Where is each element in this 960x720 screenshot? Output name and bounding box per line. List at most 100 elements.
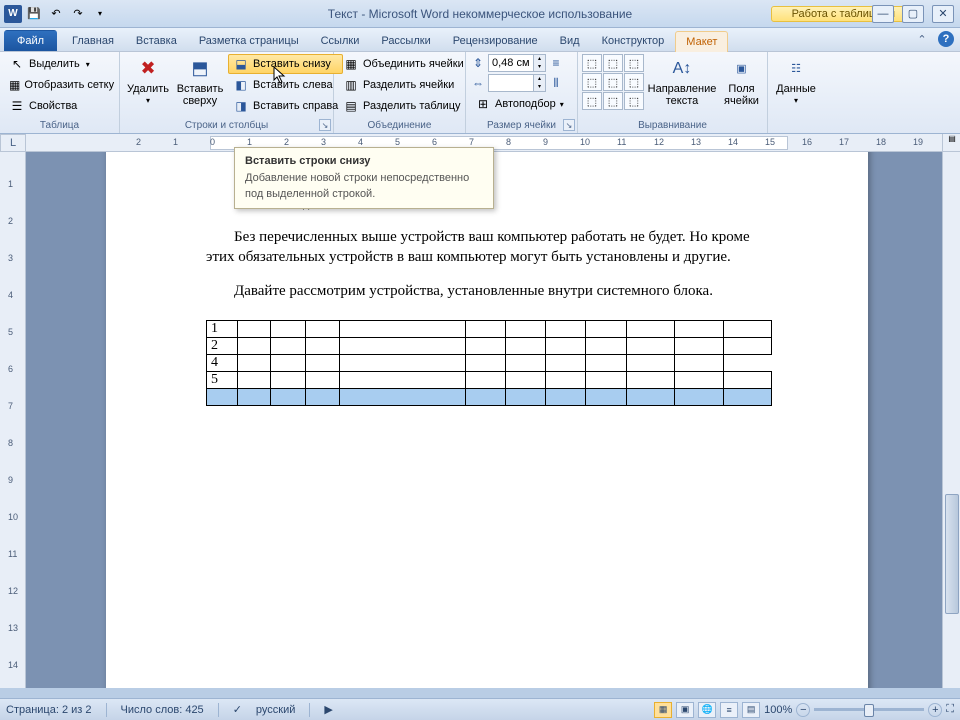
split-table-button[interactable]: ▤Разделить таблицу bbox=[338, 96, 469, 116]
document-area[interactable]: 4.Видеокарта 5.Звуковая карта 6.Жесткий … bbox=[26, 152, 942, 688]
table-cell[interactable] bbox=[626, 320, 674, 337]
redo-button[interactable]: ↷ bbox=[68, 4, 88, 24]
cell-margins-button[interactable]: ▣ Поля ячейки bbox=[720, 54, 763, 110]
align-mc[interactable]: ⬚ bbox=[603, 73, 623, 91]
delete-button[interactable]: ✖ Удалить ▾ bbox=[124, 54, 172, 109]
table-cell[interactable] bbox=[305, 371, 339, 388]
table-cell[interactable] bbox=[626, 371, 674, 388]
table-cell[interactable] bbox=[626, 337, 674, 354]
select-button[interactable]: ↖Выделить▾ bbox=[4, 54, 116, 74]
insert-left-button[interactable]: ◧Вставить слева bbox=[228, 75, 343, 95]
table-cell[interactable] bbox=[586, 371, 627, 388]
tab-page-layout[interactable]: Разметка страницы bbox=[188, 30, 310, 51]
table-cell[interactable] bbox=[305, 337, 339, 354]
table-row[interactable]: 5 bbox=[207, 371, 772, 388]
table-cell[interactable] bbox=[340, 354, 466, 371]
col-width-input[interactable]: ▴▾ bbox=[488, 74, 546, 92]
table-cell[interactable] bbox=[626, 388, 674, 405]
align-mr[interactable]: ⬚ bbox=[624, 73, 644, 91]
table-cell[interactable]: 1 bbox=[207, 320, 238, 337]
table-cell[interactable] bbox=[723, 388, 771, 405]
table-cell[interactable] bbox=[465, 388, 506, 405]
tab-references[interactable]: Ссылки bbox=[310, 30, 371, 51]
row-height-input[interactable]: ▴▾ bbox=[488, 54, 546, 72]
data-button[interactable]: ☷ Данные ▾ bbox=[772, 54, 820, 109]
table-cell[interactable] bbox=[238, 337, 271, 354]
tab-review[interactable]: Рецензирование bbox=[442, 30, 549, 51]
table-cell[interactable] bbox=[238, 388, 271, 405]
table-cell[interactable] bbox=[545, 320, 586, 337]
table-cell[interactable] bbox=[465, 337, 506, 354]
page-status[interactable]: Страница: 2 из 2 bbox=[6, 704, 92, 716]
row-height-field[interactable] bbox=[489, 55, 533, 71]
table-cell[interactable] bbox=[723, 320, 771, 337]
close-button[interactable]: ✕ bbox=[932, 5, 954, 23]
table-cell[interactable] bbox=[465, 354, 506, 371]
table-cell[interactable] bbox=[207, 388, 238, 405]
vertical-scrollbar[interactable]: ▤ bbox=[942, 134, 960, 688]
macro-icon[interactable]: ▶ bbox=[324, 703, 332, 716]
table-cell[interactable] bbox=[723, 337, 771, 354]
table-row[interactable]: 1 bbox=[207, 320, 772, 337]
save-button[interactable]: 💾 bbox=[24, 4, 44, 24]
table-cell[interactable] bbox=[506, 320, 545, 337]
tab-view[interactable]: Вид bbox=[549, 30, 591, 51]
align-bl[interactable]: ⬚ bbox=[582, 92, 602, 110]
zoom-fit-icon[interactable]: ⛶ bbox=[946, 703, 954, 716]
insert-right-button[interactable]: ◨Вставить справа bbox=[228, 96, 343, 116]
zoom-level[interactable]: 100% bbox=[764, 704, 792, 716]
align-bc[interactable]: ⬚ bbox=[603, 92, 623, 110]
zoom-in-button[interactable]: + bbox=[928, 703, 942, 717]
table-cell[interactable] bbox=[675, 354, 723, 371]
table-row[interactable] bbox=[207, 388, 772, 405]
table-cell[interactable] bbox=[305, 320, 339, 337]
ribbon-minimize-icon[interactable]: ⌃ bbox=[914, 31, 930, 47]
spin-up-icon[interactable]: ▴ bbox=[533, 75, 545, 83]
dialog-launcher-rows-cols[interactable]: ↘ bbox=[319, 119, 331, 131]
table-cell[interactable] bbox=[586, 354, 627, 371]
table-cell[interactable] bbox=[238, 320, 271, 337]
table-cell[interactable] bbox=[271, 371, 305, 388]
tab-file[interactable]: Файл bbox=[4, 30, 57, 51]
qat-customize[interactable]: ▾ bbox=[90, 4, 110, 24]
table-cell[interactable]: 4 bbox=[207, 354, 238, 371]
maximize-button[interactable]: ▢ bbox=[902, 5, 924, 23]
table-cell[interactable] bbox=[340, 320, 466, 337]
view-draft[interactable]: ▤ bbox=[742, 702, 760, 718]
table-cell[interactable] bbox=[340, 371, 466, 388]
table-cell[interactable] bbox=[506, 354, 545, 371]
view-fullscreen[interactable]: ▣ bbox=[676, 702, 694, 718]
zoom-slider[interactable] bbox=[814, 708, 924, 711]
table-cell[interactable] bbox=[675, 320, 723, 337]
table-cell[interactable] bbox=[465, 371, 506, 388]
table-cell[interactable] bbox=[465, 320, 506, 337]
tab-mailings[interactable]: Рассылки bbox=[370, 30, 441, 51]
insert-below-button[interactable]: ⬓Вставить снизу bbox=[228, 54, 343, 74]
table-cell[interactable] bbox=[675, 337, 723, 354]
table-cell[interactable] bbox=[238, 354, 271, 371]
undo-button[interactable]: ↶ bbox=[46, 4, 66, 24]
help-icon[interactable]: ? bbox=[938, 31, 954, 47]
vertical-ruler[interactable]: 1234567891011121314 bbox=[0, 152, 26, 688]
table-cell[interactable] bbox=[675, 371, 723, 388]
properties-button[interactable]: ☰Свойства bbox=[4, 96, 116, 116]
table-cell[interactable] bbox=[545, 354, 586, 371]
table-cell[interactable]: 2 bbox=[207, 337, 238, 354]
table-cell[interactable] bbox=[723, 371, 771, 388]
table-cell[interactable] bbox=[506, 371, 545, 388]
table-cell[interactable] bbox=[340, 388, 466, 405]
spellcheck-icon[interactable]: ✓ bbox=[233, 703, 242, 716]
word-count[interactable]: Число слов: 425 bbox=[121, 704, 204, 716]
dialog-launcher-cell-size[interactable]: ↘ bbox=[563, 119, 575, 131]
table-row[interactable]: 2 bbox=[207, 337, 772, 354]
table-cell[interactable] bbox=[586, 337, 627, 354]
table-cell[interactable] bbox=[238, 371, 271, 388]
table-cell[interactable] bbox=[271, 354, 305, 371]
align-tc[interactable]: ⬚ bbox=[603, 54, 623, 72]
table-cell[interactable] bbox=[340, 337, 466, 354]
gridlines-button[interactable]: ▦Отобразить сетку bbox=[4, 75, 116, 95]
tab-table-design[interactable]: Конструктор bbox=[591, 30, 676, 51]
spin-down-icon[interactable]: ▾ bbox=[533, 63, 545, 71]
table-cell[interactable] bbox=[305, 354, 339, 371]
table-cell[interactable] bbox=[545, 371, 586, 388]
